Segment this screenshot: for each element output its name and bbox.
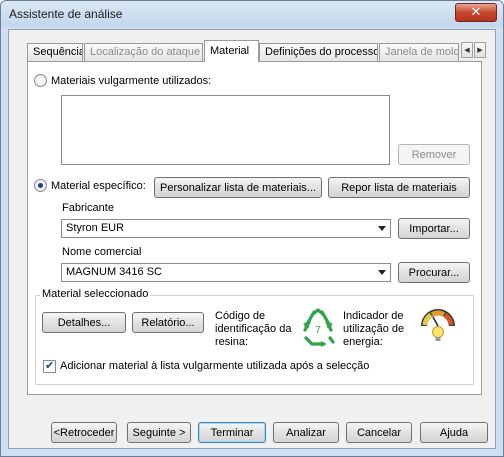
manufacturer-value: Styron EUR	[66, 222, 125, 234]
details-button[interactable]: Detalhes...	[42, 312, 126, 333]
material-tab-panel: Materiais vulgarmente utilizados: Remove…	[27, 61, 482, 395]
manufacturer-label: Fabricante	[62, 202, 114, 214]
tab-process-settings[interactable]: Definições do processo	[259, 43, 378, 61]
next-button[interactable]: Seguinte >	[127, 422, 191, 443]
energy-indicator-label: Indicador de utilização de energia:	[343, 310, 404, 349]
add-to-common-checkbox[interactable]: ✔	[43, 359, 56, 373]
specific-material-radio[interactable]	[34, 179, 47, 192]
chevron-down-icon	[378, 226, 386, 231]
tab-molding-window[interactable]: Janela de mold	[379, 43, 459, 61]
tab-label: Sequência	[33, 46, 83, 58]
energy-gauge-icon	[421, 309, 455, 341]
reset-material-list-button[interactable]: Repor lista de materiais	[328, 177, 470, 198]
report-button[interactable]: Relatório...	[132, 312, 204, 333]
cancel-button[interactable]: Cancelar	[346, 422, 412, 443]
energy-label-line: utilização de	[343, 323, 405, 335]
energy-label-line: energia:	[343, 336, 383, 348]
specific-material-label: Material específico:	[51, 180, 146, 192]
tab-gate-location[interactable]: Localização do ataque	[84, 43, 203, 61]
resin-code-label-line: identificação da	[215, 323, 292, 335]
manufacturer-select[interactable]: Styron EUR	[61, 219, 391, 238]
tab-label: Localização do ataque	[90, 46, 201, 58]
tab-material[interactable]: Material	[204, 40, 259, 62]
close-button[interactable]: ✕	[455, 3, 497, 22]
resin-code-label-line: resina:	[215, 336, 249, 348]
resin-code-number: 7	[315, 325, 321, 336]
tab-scroll-right-icon[interactable]: ▶	[474, 42, 486, 58]
common-materials-radio[interactable]	[34, 74, 47, 87]
recycling-icon: 7	[303, 308, 335, 347]
trade-name-value: MAGNUM 3416 SC	[66, 266, 162, 278]
analyze-button[interactable]: Analizar	[273, 422, 339, 443]
tab-sequence[interactable]: Sequência	[27, 43, 83, 61]
tab-strip: Sequência Localização do ataque Material…	[27, 40, 487, 62]
common-materials-label: Materiais vulgarmente utilizados:	[51, 75, 212, 87]
add-to-common-label: Adicionar material à lista vulgarmente u…	[60, 360, 370, 372]
finish-button[interactable]: Terminar	[198, 422, 266, 443]
tab-scroll-left-icon[interactable]: ◀	[461, 42, 473, 58]
trade-name-select[interactable]: MAGNUM 3416 SC	[61, 263, 391, 282]
checkmark-icon: ✔	[45, 359, 55, 372]
resin-code-label-line: Código de	[215, 310, 266, 322]
customize-material-list-button[interactable]: Personalizar lista de materiais...	[154, 177, 322, 198]
resin-code-label: Código de identificação da resina:	[215, 310, 291, 349]
selected-material-legend: Material seleccionado	[40, 288, 151, 300]
back-button[interactable]: <Retroceder	[51, 422, 117, 443]
selected-material-group: Material seleccionado Detalhes... Relató…	[35, 288, 474, 385]
dialog-client-area: Sequência Localização do ataque Material…	[8, 29, 496, 449]
chevron-down-icon	[378, 270, 386, 275]
remove-button[interactable]: Remover	[398, 144, 470, 165]
help-button[interactable]: Ajuda	[420, 422, 488, 443]
trade-name-label: Nome comercial	[62, 246, 142, 258]
energy-label-line: Indicador de	[343, 310, 404, 322]
tab-label: Janela de mold	[385, 46, 459, 58]
title-bar[interactable]: Assistente de análise ✕	[1, 1, 503, 27]
tab-label: Material	[210, 45, 250, 57]
analysis-wizard-window: Assistente de análise ✕ Sequência Locali…	[0, 0, 504, 457]
common-materials-list[interactable]	[61, 95, 390, 165]
search-button[interactable]: Procurar...	[398, 262, 470, 283]
window-title: Assistente de análise	[9, 7, 123, 21]
tab-label: Definições do processo	[265, 46, 378, 58]
import-button[interactable]: Importar...	[398, 218, 470, 239]
